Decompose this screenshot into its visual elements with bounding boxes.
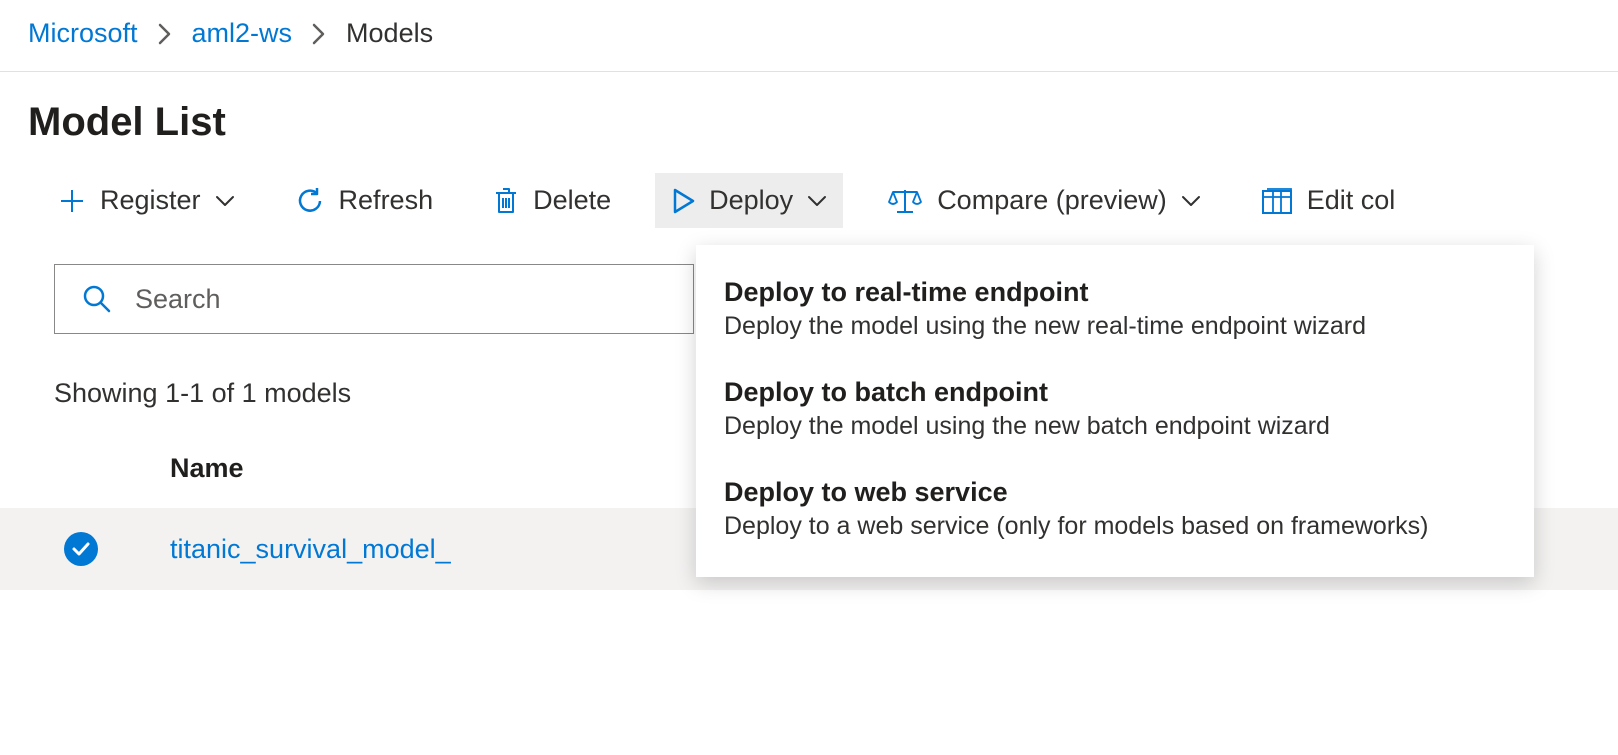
dropdown-item-title: Deploy to real-time endpoint (724, 277, 1506, 308)
breadcrumb: Microsoft aml2-ws Models (0, 0, 1618, 72)
dropdown-item-title: Deploy to batch endpoint (724, 377, 1506, 408)
dropdown-item-desc: Deploy to a web service (only for models… (724, 512, 1506, 541)
chevron-down-icon (1181, 195, 1201, 207)
deploy-dropdown: Deploy to real-time endpoint Deploy the … (696, 245, 1534, 577)
search-icon (82, 284, 112, 314)
play-icon (671, 187, 695, 215)
deploy-batch-item[interactable]: Deploy to batch endpoint Deploy the mode… (696, 361, 1534, 461)
delete-button[interactable]: Delete (477, 173, 627, 228)
plus-icon (58, 187, 86, 215)
toolbar: Register Refresh Delete Deploy (0, 145, 1618, 228)
chevron-down-icon (215, 195, 235, 207)
columns-icon (1261, 187, 1293, 215)
row-checkbox[interactable] (64, 532, 98, 566)
trash-icon (493, 186, 519, 216)
compare-button[interactable]: Compare (preview) (871, 173, 1217, 228)
dropdown-item-title: Deploy to web service (724, 477, 1506, 508)
edit-columns-label: Edit col (1307, 185, 1396, 216)
register-button[interactable]: Register (42, 173, 251, 228)
deploy-realtime-item[interactable]: Deploy to real-time endpoint Deploy the … (696, 261, 1534, 361)
deploy-label: Deploy (709, 185, 793, 216)
refresh-button[interactable]: Refresh (279, 173, 450, 228)
page-title: Model List (0, 72, 1618, 145)
compare-label: Compare (preview) (937, 185, 1167, 216)
chevron-right-icon (312, 23, 326, 45)
deploy-button[interactable]: Deploy (655, 173, 843, 228)
refresh-label: Refresh (339, 185, 434, 216)
delete-label: Delete (533, 185, 611, 216)
chevron-down-icon (807, 195, 827, 207)
register-label: Register (100, 185, 201, 216)
check-icon (71, 541, 91, 557)
edit-columns-button[interactable]: Edit col (1245, 173, 1412, 228)
search-input[interactable] (54, 264, 694, 334)
model-name-link[interactable]: titanic_survival_model_ (170, 534, 451, 565)
dropdown-item-desc: Deploy the model using the new batch end… (724, 412, 1506, 441)
dropdown-item-desc: Deploy the model using the new real-time… (724, 312, 1506, 341)
scale-icon (887, 186, 923, 216)
breadcrumb-link-workspace[interactable]: aml2-ws (192, 18, 293, 49)
breadcrumb-current: Models (346, 18, 433, 49)
refresh-icon (295, 186, 325, 216)
deploy-webservice-item[interactable]: Deploy to web service Deploy to a web se… (696, 461, 1534, 561)
breadcrumb-link-microsoft[interactable]: Microsoft (28, 18, 138, 49)
chevron-right-icon (158, 23, 172, 45)
